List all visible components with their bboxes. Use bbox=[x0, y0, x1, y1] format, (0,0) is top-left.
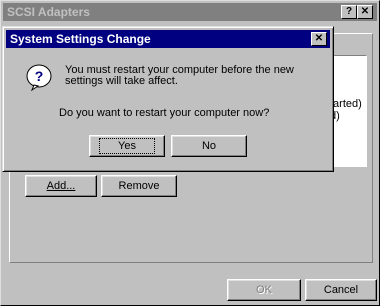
window-titlebar: SCSI Adapters ? ✕ bbox=[3, 3, 377, 21]
ok-button[interactable]: OK bbox=[227, 279, 301, 301]
yes-button[interactable]: Yes bbox=[89, 135, 165, 157]
dialog-question: Do you want to restart your computer now… bbox=[59, 107, 270, 119]
cancel-button[interactable]: Cancel bbox=[305, 279, 377, 301]
dialog-message: You must restart your computer before th… bbox=[65, 65, 305, 87]
dialog-title: System Settings Change bbox=[10, 32, 151, 46]
add-button-label: Add... bbox=[46, 180, 76, 192]
dialog-message-line-2: settings will take affect. bbox=[65, 75, 178, 87]
system-settings-change-dialog: System Settings Change ✕ ? You must rest… bbox=[2, 26, 334, 172]
remove-button-label: Remove bbox=[118, 180, 160, 192]
add-button[interactable]: Add... bbox=[25, 175, 97, 197]
remove-button[interactable]: Remove bbox=[101, 175, 177, 197]
yes-button-label: Yes bbox=[99, 138, 155, 154]
dialog-titlebar: System Settings Change ✕ bbox=[6, 30, 330, 48]
close-button[interactable]: ✕ bbox=[357, 5, 373, 19]
no-button[interactable]: No bbox=[171, 135, 247, 157]
question-icon: ? bbox=[26, 64, 52, 91]
help-button[interactable]: ? bbox=[341, 5, 357, 19]
list-item[interactable]: tarted) bbox=[330, 98, 362, 110]
window-title: SCSI Adapters bbox=[7, 5, 90, 19]
svg-text:?: ? bbox=[35, 68, 44, 84]
dialog-close-button[interactable]: ✕ bbox=[311, 32, 327, 46]
